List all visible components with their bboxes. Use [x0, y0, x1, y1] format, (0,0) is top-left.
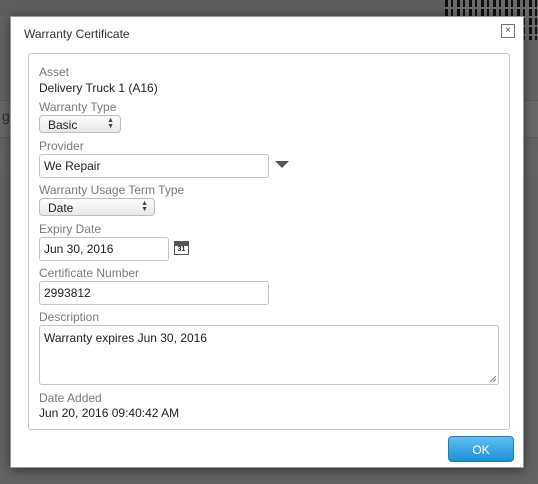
select-arrows-icon: ▲ ▼: [141, 200, 148, 213]
calendar-icon[interactable]: 31: [174, 241, 189, 255]
ok-button[interactable]: OK: [448, 436, 514, 462]
resize-handle-icon[interactable]: [490, 376, 496, 382]
provider-input[interactable]: We Repair: [39, 154, 269, 178]
close-icon[interactable]: ×: [501, 24, 515, 38]
description-label: Description: [39, 310, 100, 324]
warranty-type-selected: Basic: [48, 118, 78, 132]
expiry-date-label: Expiry Date: [39, 222, 102, 236]
dialog-title: Warranty Certificate: [24, 27, 130, 41]
warranty-type-label: Warranty Type: [39, 100, 117, 114]
description-text: Warranty expires Jun 30, 2016: [44, 331, 207, 345]
certificate-number-label: Certificate Number: [39, 266, 140, 280]
date-added-label: Date Added: [39, 391, 102, 405]
calendar-icon-number: 31: [177, 246, 186, 253]
description-textarea[interactable]: Warranty expires Jun 30, 2016: [39, 325, 499, 385]
asset-label: Asset: [39, 65, 70, 79]
provider-label: Provider: [39, 139, 84, 153]
warranty-type-select[interactable]: Basic ▲ ▼: [39, 115, 121, 133]
form-panel: Asset Delivery Truck 1 (A16) Warranty Ty…: [28, 53, 510, 430]
expiry-date-input[interactable]: Jun 30, 2016: [39, 237, 169, 261]
warranty-certificate-dialog: Warranty Certificate × Asset Delivery Tr…: [10, 16, 524, 468]
provider-dropdown-icon[interactable]: [275, 161, 289, 168]
select-arrows-icon: ▲ ▼: [107, 117, 114, 130]
asset-value: Delivery Truck 1 (A16): [39, 81, 158, 95]
usage-term-type-label: Warranty Usage Term Type: [39, 183, 185, 197]
usage-term-type-select[interactable]: Date ▲ ▼: [39, 198, 155, 216]
usage-term-type-selected: Date: [48, 201, 74, 215]
date-added-value: Jun 20, 2016 09:40:42 AM: [39, 406, 180, 420]
certificate-number-input[interactable]: 2993812: [39, 281, 269, 305]
